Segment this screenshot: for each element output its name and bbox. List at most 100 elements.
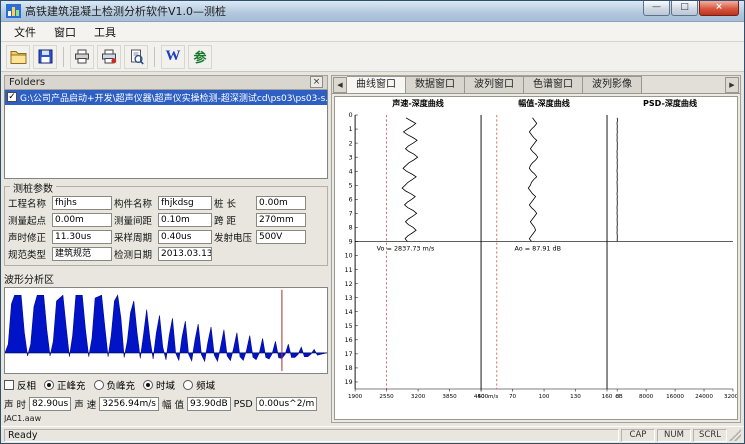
radio-option-3[interactable]: 频域 [183, 378, 215, 392]
param-field-8[interactable]: 500V [256, 230, 306, 244]
depth-tick-label: 15 [345, 323, 353, 330]
chart-annotation: Vo = 2837.73 m/s [377, 244, 435, 252]
x-tick-label: 130 [570, 394, 581, 400]
depth-tick-label: 3 [349, 154, 353, 161]
radio-label: 时域 [156, 378, 175, 392]
waveform-title: 波形分析区 [4, 271, 328, 286]
app-window: 高铁建筑混凝土检测分析软件V1.0—测桩 —□× 文件窗口工具 W参 Folde… [0, 0, 745, 444]
client-area: 文件窗口工具 W参 Folders × ✓G:\公司产品启动+开发\超声仪器\超… [1, 22, 744, 443]
folders-list[interactable]: ✓G:\公司产品启动+开发\超声仪器\超声仪实操检测-超深测试cd\ps03\p… [4, 90, 328, 179]
depth-tick-label: 8 [349, 225, 353, 232]
depth-tick-label: 17 [345, 351, 353, 358]
page-preview-button[interactable] [124, 45, 148, 69]
waveform-box[interactable] [4, 287, 328, 374]
radio-label: 频域 [196, 378, 215, 392]
tab-1[interactable]: 数据窗口 [406, 76, 465, 93]
x-tick-label: 8000 [639, 394, 654, 400]
depth-tick-label: 6 [349, 197, 353, 204]
radio-option-1[interactable]: 负峰充 [94, 378, 136, 392]
radio-option-0[interactable]: 正峰充 [44, 378, 86, 392]
param-field-10[interactable]: 2013.03.13 [158, 247, 212, 261]
print-button[interactable] [70, 45, 94, 69]
maximize-button[interactable]: □ [671, 1, 698, 16]
depth-tick-label: 0 [349, 112, 353, 119]
param-field-1[interactable]: fhjkdsg [158, 196, 212, 210]
resize-grip[interactable] [729, 429, 741, 441]
menu-tools[interactable]: 工具 [85, 22, 125, 42]
chart-area: 012345678910111213141516171819声速-深度曲线190… [334, 96, 738, 420]
wave-controls: 反相正峰充 负峰充 时域 频域 [4, 378, 328, 392]
x-tick-label: 24000 [695, 394, 713, 400]
status-text: Ready [4, 429, 619, 442]
param-label-9: 规范类型 [8, 247, 50, 261]
chart-annotation: Ao = 87.91 dB [514, 244, 561, 252]
tabstrip: ◀曲线窗口数据窗口波列窗口色谱窗口波列影像 ▶ [332, 76, 740, 94]
depth-tick-label: 13 [345, 295, 353, 302]
depth-tick-label: 2 [349, 140, 353, 147]
x-tick-label: 16000 [666, 394, 684, 400]
tab-4[interactable]: 波列影像 [583, 76, 642, 93]
tab-0[interactable]: 曲线窗口 [347, 76, 406, 93]
data-curve [528, 118, 537, 242]
meas-value-1: 3256.94m/s [99, 397, 159, 411]
param-field-3[interactable]: 0.00m [52, 213, 112, 227]
param-field-9[interactable]: 建筑规范 [52, 247, 112, 261]
save-button[interactable] [33, 45, 57, 69]
x-tick-label: 3200 [411, 394, 426, 400]
pile-params-group: 测桩参数 工程名称fhjhs构件名称fhjkdsg桩 长0.00m测量起点0.0… [4, 186, 328, 266]
minimize-button[interactable]: — [643, 1, 670, 16]
invert-checkbox[interactable]: 反相 [4, 378, 36, 392]
param-field-0[interactable]: fhjhs [52, 196, 112, 210]
invert-label: 反相 [17, 378, 36, 392]
radio-icon [44, 380, 54, 390]
folders-header: Folders × [4, 75, 328, 90]
menubar: 文件窗口工具 [1, 22, 744, 42]
app-icon [6, 4, 21, 18]
param-label-5: 跨 距 [214, 213, 254, 227]
menu-file[interactable]: 文件 [5, 22, 45, 42]
folders-close-button[interactable]: × [310, 76, 323, 88]
print-icon [74, 49, 90, 64]
param-grid: 工程名称fhjhs构件名称fhjkdsg桩 长0.00m测量起点0.00m测量间… [8, 196, 324, 261]
x-tick-label: 1900 [348, 394, 363, 400]
chart-title: 声速-深度曲线 [391, 98, 444, 108]
waveform-plot [5, 288, 327, 373]
depth-tick-label: 12 [345, 281, 353, 288]
pile-params-title: 测桩参数 [10, 180, 56, 195]
param-field-5[interactable]: 270mm [256, 213, 306, 227]
word-export-button[interactable]: W [161, 45, 185, 69]
folders-title: Folders [9, 77, 45, 88]
status-indicators: CAPNUMSCRL [621, 429, 727, 442]
depth-tick-label: 10 [345, 253, 353, 260]
x-tick-label: 70 [509, 394, 517, 400]
param-label-1: 构件名称 [114, 196, 156, 210]
param-label-8: 发射电压 [214, 230, 254, 244]
meas-label-3: PSD [234, 399, 253, 410]
titlebar[interactable]: 高铁建筑混凝土检测分析软件V1.0—测桩 —□× [1, 1, 744, 22]
param-button[interactable]: 参 [188, 45, 212, 69]
radio-icon [183, 380, 193, 390]
folder-tree-item[interactable]: ✓G:\公司产品启动+开发\超声仪器\超声仪实操检测-超深测试cd\ps03\p… [5, 90, 327, 105]
chart-panel: ◀曲线窗口数据窗口波列窗口色谱窗口波列影像▶ 01234567891011121… [331, 75, 741, 423]
menu-window[interactable]: 窗口 [45, 22, 85, 42]
depth-tick-label: 11 [345, 267, 353, 274]
radio-label: 负峰充 [107, 378, 136, 392]
param-field-2[interactable]: 0.00m [256, 196, 306, 210]
param-field-4[interactable]: 0.10m [158, 213, 212, 227]
param-field-7[interactable]: 0.40us [158, 230, 212, 244]
param-field-6[interactable]: 11.30us [52, 230, 112, 244]
radio-option-2[interactable]: 时域 [143, 378, 175, 392]
meas-label-2: 幅 值 [162, 397, 184, 411]
close-button[interactable]: × [699, 1, 739, 16]
tab-3[interactable]: 色谱窗口 [524, 76, 583, 93]
print-preview-button[interactable] [97, 45, 121, 69]
open-folder-button[interactable] [6, 45, 30, 69]
x-tick-label: 32000 [724, 394, 737, 400]
main-area: Folders × ✓G:\公司产品启动+开发\超声仪器\超声仪实操检测-超深测… [1, 72, 744, 426]
checkbox-icon[interactable]: ✓ [7, 92, 17, 102]
tab-scroll-left-button[interactable]: ◀ [333, 77, 347, 93]
measurements-row: 声 时82.90us声 速3256.94m/s幅 值93.90dBPSD0.00… [4, 397, 328, 411]
chart-title: 幅值-深度曲线 [518, 98, 570, 108]
tab-scroll-right-button[interactable]: ▶ [725, 77, 739, 93]
tab-2[interactable]: 波列窗口 [465, 76, 524, 93]
